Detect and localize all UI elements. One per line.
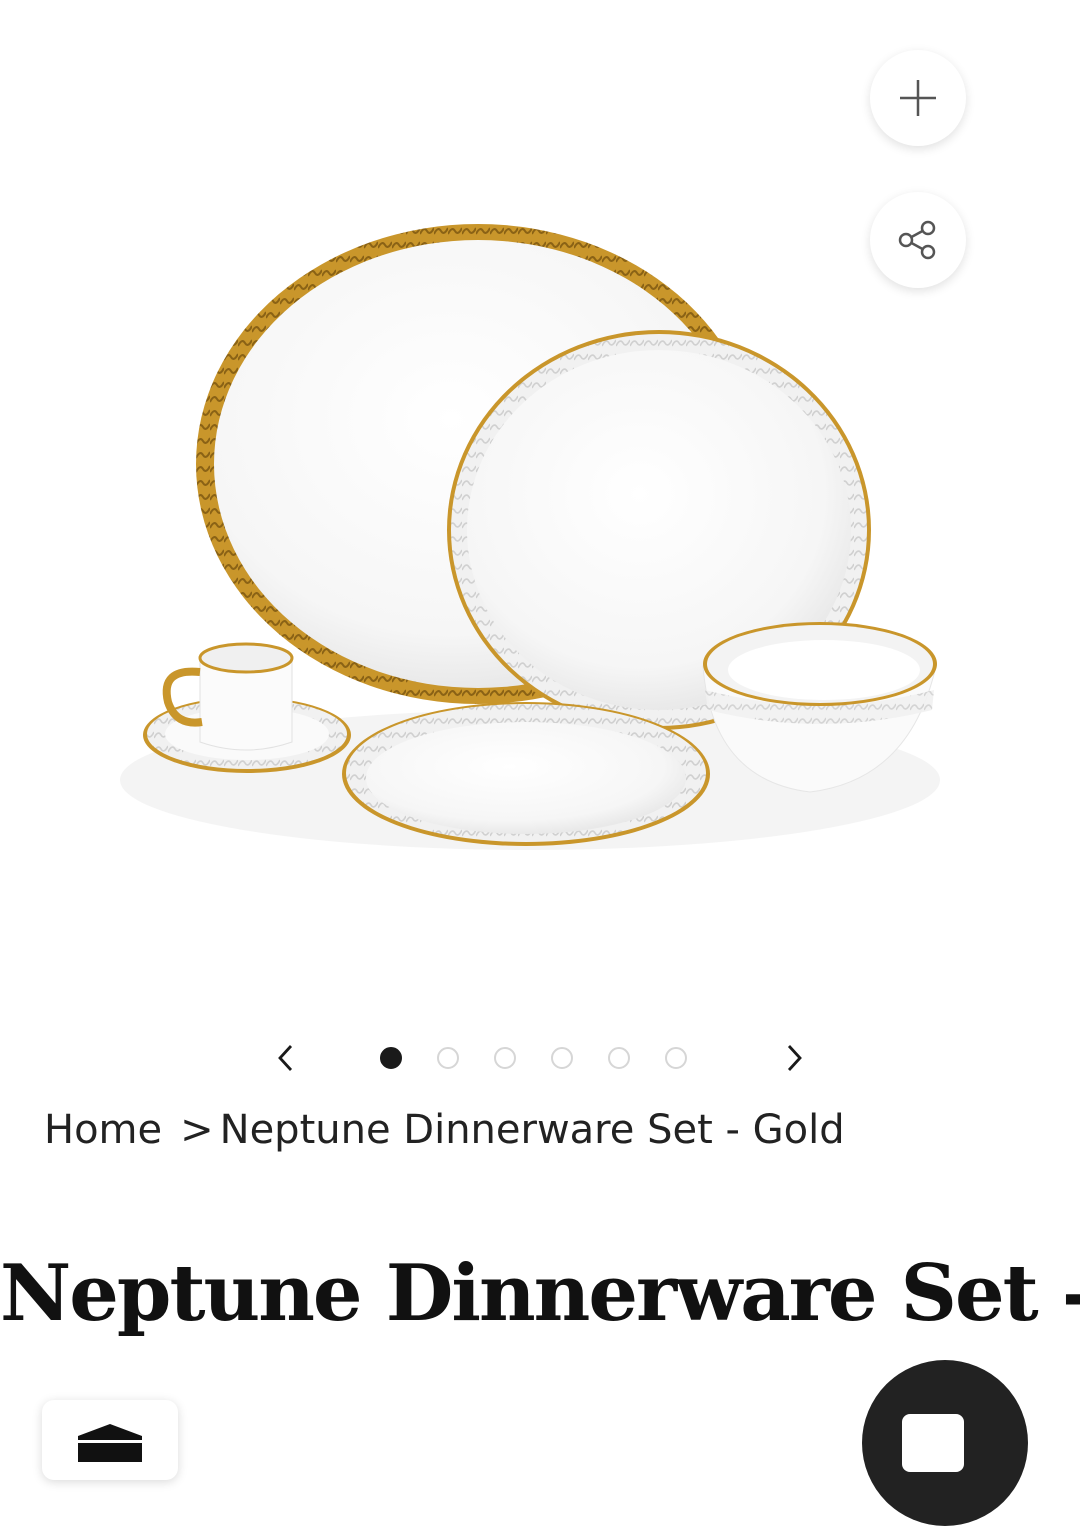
chat-button[interactable] [862, 1360, 1028, 1526]
breadcrumb: Home > Neptune Dinnerware Set - Gold [44, 1100, 845, 1160]
slide-dot-5[interactable] [608, 1047, 630, 1069]
slide-dot-6[interactable] [665, 1047, 687, 1069]
slide-dot-3[interactable] [494, 1047, 516, 1069]
slide-dot-2[interactable] [437, 1047, 459, 1069]
plus-icon [900, 80, 936, 116]
shield-icon [78, 1424, 142, 1462]
share-button[interactable] [870, 192, 966, 288]
trust-badge[interactable] [42, 1400, 178, 1480]
product-title: Neptune Dinnerware Set - [0, 1248, 1080, 1339]
breadcrumb-separator: > [180, 1107, 214, 1153]
zoom-button[interactable] [870, 50, 966, 146]
slide-dot-4[interactable] [551, 1047, 573, 1069]
chevron-right-icon [787, 1045, 802, 1071]
product-gallery [0, 0, 1080, 1010]
chevron-left-icon [278, 1045, 293, 1071]
product-image [120, 224, 940, 850]
share-icon [898, 220, 936, 260]
next-slide-button[interactable] [772, 1036, 816, 1080]
slide-indicators [380, 1047, 687, 1069]
chat-icon [902, 1414, 964, 1472]
carousel-nav [260, 1030, 820, 1086]
breadcrumb-current: Neptune Dinnerware Set - Gold [219, 1107, 845, 1153]
slide-dot-1[interactable] [380, 1047, 402, 1069]
breadcrumb-home-link[interactable]: Home [44, 1107, 162, 1153]
previous-slide-button[interactable] [264, 1036, 308, 1080]
